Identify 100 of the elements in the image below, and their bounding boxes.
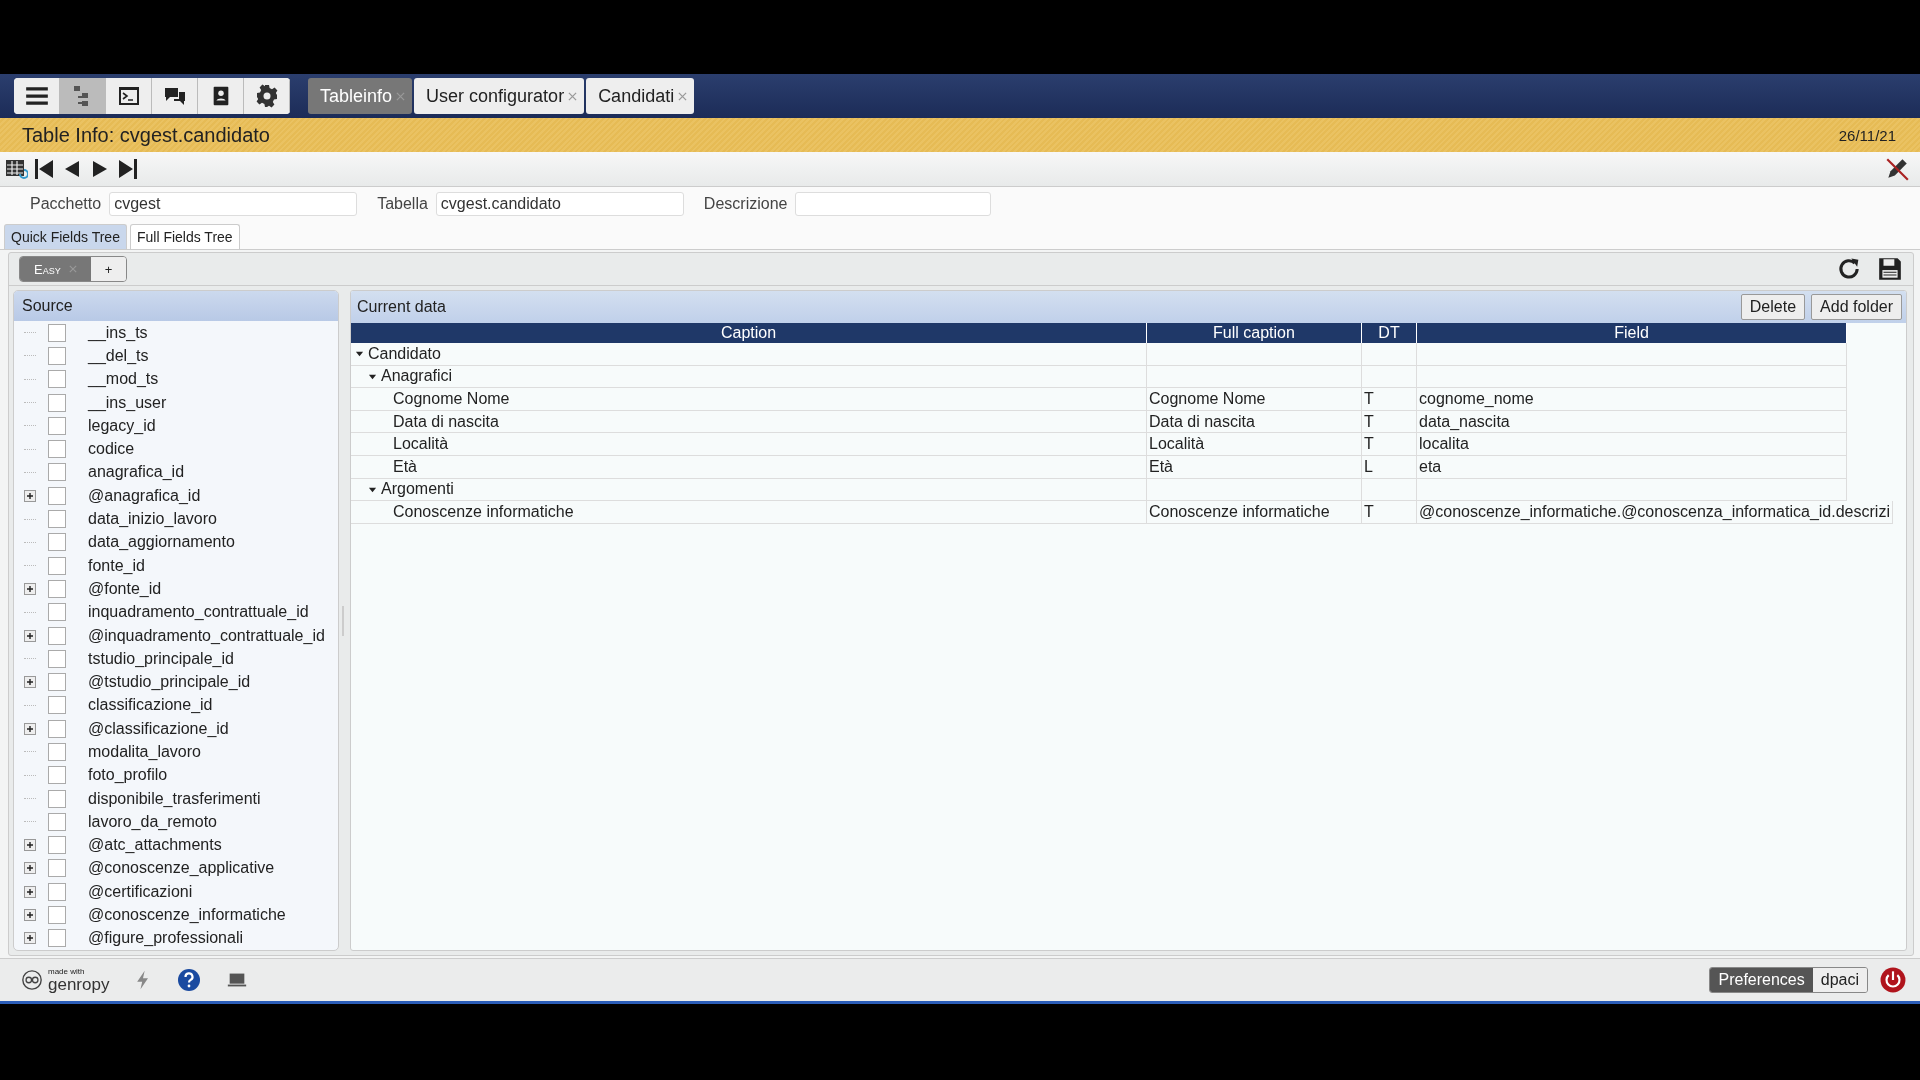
checkbox[interactable]: [48, 440, 66, 459]
tree-item[interactable]: codice: [88, 440, 135, 459]
expand-icon[interactable]: [24, 885, 36, 898]
close-icon[interactable]: [396, 91, 406, 101]
tree-item[interactable]: inquadramento_contrattuale_id: [88, 603, 309, 622]
checkbox[interactable]: [48, 486, 66, 505]
save-icon[interactable]: [1877, 256, 1903, 282]
checkbox[interactable]: [48, 743, 66, 761]
panel-button[interactable]: Delete: [1740, 294, 1806, 320]
tree-item[interactable]: __ins_user: [88, 393, 167, 412]
tree-item[interactable]: data_inizio_lavoro: [88, 510, 217, 528]
expand-icon[interactable]: [24, 839, 36, 852]
tree-item[interactable]: @fonte_id: [88, 579, 162, 598]
text-field[interactable]: cvgest: [109, 192, 358, 216]
checkbox[interactable]: [48, 579, 66, 598]
checkbox[interactable]: [48, 370, 66, 389]
checkbox[interactable]: [48, 346, 66, 365]
tree-icon[interactable]: [60, 78, 106, 114]
tree-item[interactable]: fonte_id: [88, 556, 145, 575]
expand-icon[interactable]: [24, 582, 36, 595]
tree-item[interactable]: __mod_ts: [88, 370, 159, 389]
tree-item[interactable]: @anagrafica_id: [88, 486, 201, 505]
field-label: Pacchetto: [30, 195, 102, 213]
expand-icon[interactable]: [24, 629, 36, 642]
checkbox[interactable]: [48, 649, 66, 668]
column-header[interactable]: Full caption: [1147, 323, 1362, 343]
column-header[interactable]: DT: [1362, 323, 1417, 343]
view-tab[interactable]: Full Fields Tree: [129, 224, 240, 249]
checkbox[interactable]: [48, 836, 66, 855]
panel-title: Current data: [357, 298, 446, 316]
column-header[interactable]: Field: [1417, 323, 1847, 343]
checkbox[interactable]: [48, 859, 66, 878]
menu-icon[interactable]: [14, 78, 60, 114]
checkbox[interactable]: [48, 510, 66, 528]
tree-item[interactable]: @tstudio_principale_id: [88, 673, 251, 692]
checkbox[interactable]: [48, 696, 66, 715]
status-button[interactable]: Preferences: [1710, 968, 1813, 992]
last-icon[interactable]: [116, 156, 140, 182]
app-tab[interactable]: Candidati: [586, 78, 695, 114]
tree-item[interactable]: @classificazione_id: [88, 719, 229, 738]
expand-icon[interactable]: [24, 932, 36, 945]
tree-item[interactable]: legacy_id: [88, 416, 156, 435]
checkbox[interactable]: [48, 812, 66, 831]
caret-icon[interactable]: [355, 349, 364, 359]
checkbox[interactable]: [48, 882, 66, 901]
expand-icon[interactable]: [24, 909, 36, 922]
expand-icon[interactable]: [24, 862, 36, 875]
column-header[interactable]: Caption: [351, 323, 1147, 343]
checkbox[interactable]: [48, 626, 66, 645]
tree-item[interactable]: disponibile_trasferimenti: [88, 789, 261, 808]
table-cell: T: [1362, 388, 1417, 411]
checkbox[interactable]: [48, 766, 66, 785]
app-tab[interactable]: User configurator: [414, 78, 585, 114]
checkbox[interactable]: [48, 556, 66, 575]
text-field[interactable]: cvgest.candidato: [435, 192, 684, 216]
checkbox[interactable]: [48, 393, 66, 412]
table-cell: [1362, 343, 1417, 366]
tree-item[interactable]: @certificazioni: [88, 882, 193, 901]
checkbox[interactable]: [48, 719, 66, 738]
close-icon[interactable]: [568, 91, 578, 101]
tree-item[interactable]: data_aggiornamento: [88, 533, 235, 552]
checkbox[interactable]: [48, 323, 66, 342]
checkbox[interactable]: [48, 906, 66, 925]
tree-item[interactable]: __ins_ts: [88, 323, 148, 342]
close-icon[interactable]: [68, 265, 77, 273]
app-tab[interactable]: Tableinfo: [308, 78, 413, 114]
tree-item[interactable]: lavoro_da_remoto: [88, 812, 217, 831]
panel-button[interactable]: Add folder: [1811, 294, 1902, 320]
view-tab[interactable]: Quick Fields Tree: [4, 224, 127, 249]
text-field[interactable]: [795, 192, 992, 216]
tree-item[interactable]: tstudio_principale_id: [88, 649, 234, 668]
checkbox[interactable]: [48, 929, 66, 948]
tree-item[interactable]: @inquadramento_contrattuale_id: [88, 626, 325, 645]
close-icon[interactable]: [678, 91, 688, 101]
checkbox[interactable]: [48, 673, 66, 692]
checkbox[interactable]: [48, 603, 66, 622]
tree-item[interactable]: modalita_lavoro: [88, 743, 201, 761]
expand-icon[interactable]: [24, 676, 36, 689]
checkbox[interactable]: [48, 463, 66, 482]
mode-tab[interactable]: Easy: [20, 257, 91, 281]
mode-tab[interactable]: +: [90, 257, 127, 281]
checkbox[interactable]: [48, 533, 66, 552]
expand-icon[interactable]: [24, 489, 36, 502]
tree-item[interactable]: foto_profilo: [88, 766, 168, 785]
checkbox[interactable]: [48, 789, 66, 808]
expand-icon[interactable]: [24, 722, 36, 735]
pencil-crossed-icon[interactable]: [1884, 156, 1910, 182]
tree-item[interactable]: __del_ts: [88, 346, 149, 365]
tree-item[interactable]: @figure_professionali: [88, 929, 243, 948]
tree-item[interactable]: @conoscenze_informatiche: [88, 906, 286, 925]
checkbox[interactable]: [48, 416, 66, 435]
tree-item[interactable]: @atc_attachments: [88, 836, 222, 855]
first-icon[interactable]: [32, 156, 56, 182]
caption-text: Argomenti: [381, 479, 454, 500]
help-icon[interactable]: [177, 968, 202, 992]
power-icon[interactable]: [1880, 967, 1906, 993]
tree-item[interactable]: anagrafica_id: [88, 463, 185, 482]
tree-item[interactable]: classificazione_id: [88, 696, 213, 715]
grid-icon[interactable]: [4, 157, 28, 181]
tree-item[interactable]: @conoscenze_applicative: [88, 859, 275, 878]
